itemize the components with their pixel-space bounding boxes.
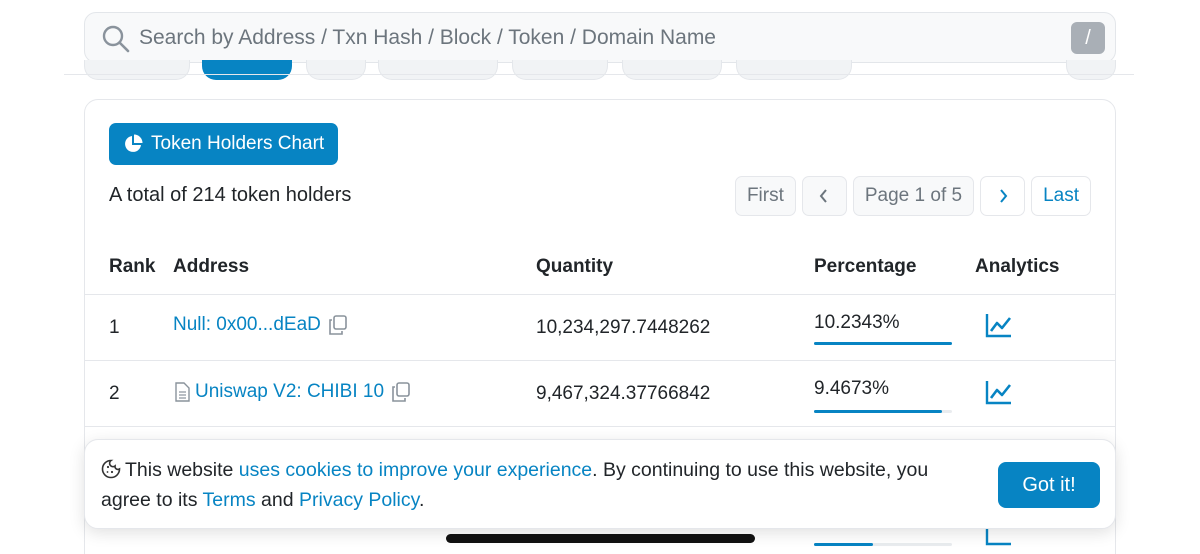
percentage-bar-fill [814,342,952,345]
analytics-chart-icon[interactable] [985,379,1013,405]
address-link[interactable]: Null: 0x00...dEaD [173,314,321,336]
quantity-cell: 10,234,297.7448262 [536,317,711,338]
cookie-text-4: . [418,489,425,511]
chart-button-label: Token Holders Chart [151,133,325,154]
next-page-button[interactable] [980,176,1026,216]
percentage-cell: 10.2343% [814,312,900,333]
column-header-quantity: Quantity [536,256,614,277]
last-page-button[interactable]: Last [1031,176,1091,216]
home-indicator [446,534,755,543]
tabs-divider [64,74,1134,75]
column-header-rank: Rank [109,256,156,277]
search-icon [102,25,130,53]
column-header-address: Address [173,256,250,277]
terms-link[interactable]: Terms [203,489,256,511]
chevron-left-icon [820,189,828,203]
rank-cell: 1 [109,317,120,338]
chevron-right-icon [999,189,1007,203]
cookie-icon [101,459,121,479]
percentage-bar [814,342,952,345]
search-input[interactable] [139,21,1099,55]
percentage-bar-fill [814,410,942,413]
percentage-bar [814,410,952,413]
tab-contract[interactable] [512,60,608,80]
tab-info[interactable] [306,60,366,80]
tab-analytics[interactable] [622,60,722,80]
column-header-percentage: Percentage [814,256,917,277]
search-shortcut-key: / [1071,22,1105,54]
got-it-button[interactable]: Got it! [998,462,1100,508]
contract-file-icon [175,382,190,402]
address-cell: Uniswap V2: CHIBI 10 [173,381,410,403]
first-page-button[interactable]: First [734,176,796,216]
percentage-cell: 9.4673% [814,378,890,399]
column-header-analytics: Analytics [975,256,1060,277]
tab-holders[interactable] [202,60,292,80]
row-divider [85,360,1115,361]
address-link[interactable]: Uniswap V2: CHIBI 10 [195,381,384,403]
cookie-policy-link[interactable]: uses cookies to improve your experience [239,459,592,481]
copy-icon[interactable] [329,315,347,335]
total-holders-text: A total of 214 token holders [109,184,352,206]
address-cell: Null: 0x00...dEaD [173,314,347,336]
cookie-message: This website uses cookies to improve you… [101,455,981,515]
row-divider [85,426,1115,427]
tab-transfers[interactable] [84,60,190,80]
token-holders-chart-button[interactable]: Token Holders Chart [109,123,339,165]
tab-cards[interactable] [736,60,852,80]
copy-icon[interactable] [392,382,410,402]
privacy-policy-link[interactable]: Privacy Policy [299,489,419,511]
analytics-chart-icon[interactable] [985,312,1013,338]
quantity-cell: 9,467,324.37766842 [536,383,711,404]
percentage-bar-fill [814,543,874,546]
header-divider [85,294,1115,295]
pie-chart-icon [125,134,143,152]
cookie-text-1: This website [125,459,239,481]
cookie-banner: This website uses cookies to improve you… [84,439,1116,529]
search-bar[interactable]: / [84,12,1116,63]
rank-cell: 2 [109,383,120,404]
page-indicator: Page 1 of 5 [852,176,975,216]
tab-dex-trades[interactable] [378,60,498,80]
cookie-text-3: and [255,489,300,511]
pagination: First Page 1 of 5 Last [734,176,1091,216]
percentage-bar [814,543,952,546]
tab-more[interactable] [1066,60,1116,80]
prev-page-button[interactable] [801,176,847,216]
